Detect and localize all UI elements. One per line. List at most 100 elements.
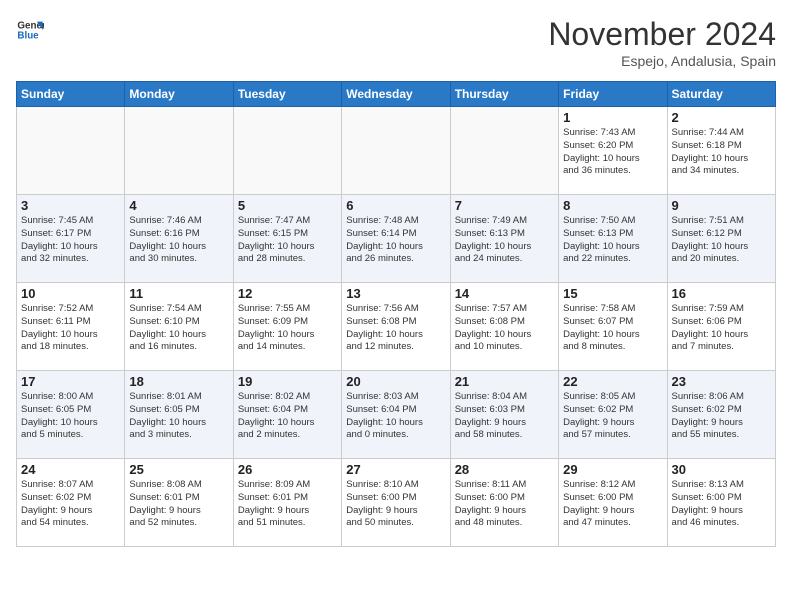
day-number: 10 bbox=[21, 286, 120, 301]
day-number: 18 bbox=[129, 374, 228, 389]
day-info: Sunrise: 8:05 AM Sunset: 6:02 PM Dayligh… bbox=[563, 391, 662, 442]
day-number: 2 bbox=[672, 110, 771, 125]
page-header: General Blue November 2024 Espejo, Andal… bbox=[16, 16, 776, 69]
day-number: 13 bbox=[346, 286, 445, 301]
day-info: Sunrise: 8:03 AM Sunset: 6:04 PM Dayligh… bbox=[346, 391, 445, 442]
column-header-thursday: Thursday bbox=[450, 82, 558, 107]
calendar-week-row: 1 Sunrise: 7:43 AM Sunset: 6:20 PM Daylig… bbox=[17, 107, 776, 195]
column-header-monday: Monday bbox=[125, 82, 233, 107]
day-number: 28 bbox=[455, 462, 554, 477]
calendar-cell: 1 Sunrise: 7:43 AM Sunset: 6:20 PM Daylig… bbox=[559, 107, 667, 195]
day-number: 7 bbox=[455, 198, 554, 213]
day-info: Sunrise: 7:59 AM Sunset: 6:06 PM Dayligh… bbox=[672, 303, 771, 354]
calendar-cell: 30Sunrise: 8:13 AM Sunset: 6:00 PM Dayli… bbox=[667, 459, 775, 547]
calendar-week-row: 24 Sunrise: 8:07 AM Sunset: 6:02 PM Dayli… bbox=[17, 459, 776, 547]
calendar-header-row: SundayMondayTuesdayWednesdayThursdayFrid… bbox=[17, 82, 776, 107]
calendar-week-row: 10 Sunrise: 7:52 AM Sunset: 6:11 PM Dayli… bbox=[17, 283, 776, 371]
calendar-cell: 6 Sunrise: 7:48 AM Sunset: 6:14 PM Daylig… bbox=[342, 195, 450, 283]
day-info: Sunrise: 8:02 AM Sunset: 6:04 PM Dayligh… bbox=[238, 391, 337, 442]
calendar-cell: 16Sunrise: 7:59 AM Sunset: 6:06 PM Dayli… bbox=[667, 283, 775, 371]
calendar-cell bbox=[125, 107, 233, 195]
calendar-cell: 8 Sunrise: 7:50 AM Sunset: 6:13 PM Daylig… bbox=[559, 195, 667, 283]
calendar-cell: 13Sunrise: 7:56 AM Sunset: 6:08 PM Dayli… bbox=[342, 283, 450, 371]
calendar-cell: 27 Sunrise: 8:10 AM Sunset: 6:00 PM Dayli… bbox=[342, 459, 450, 547]
day-info: Sunrise: 7:57 AM Sunset: 6:08 PM Dayligh… bbox=[455, 303, 554, 354]
day-info: Sunrise: 8:11 AM Sunset: 6:00 PM Dayligh… bbox=[455, 479, 554, 530]
calendar-week-row: 3Sunrise: 7:45 AM Sunset: 6:17 PM Daylig… bbox=[17, 195, 776, 283]
calendar-cell: 15 Sunrise: 7:58 AM Sunset: 6:07 PM Dayli… bbox=[559, 283, 667, 371]
calendar-cell bbox=[342, 107, 450, 195]
column-header-friday: Friday bbox=[559, 82, 667, 107]
column-header-tuesday: Tuesday bbox=[233, 82, 341, 107]
calendar-cell: 19Sunrise: 8:02 AM Sunset: 6:04 PM Dayli… bbox=[233, 371, 341, 459]
day-info: Sunrise: 7:50 AM Sunset: 6:13 PM Dayligh… bbox=[563, 215, 662, 266]
day-number: 14 bbox=[455, 286, 554, 301]
day-number: 24 bbox=[21, 462, 120, 477]
day-number: 15 bbox=[563, 286, 662, 301]
day-number: 30 bbox=[672, 462, 771, 477]
day-number: 12 bbox=[238, 286, 337, 301]
day-info: Sunrise: 8:10 AM Sunset: 6:00 PM Dayligh… bbox=[346, 479, 445, 530]
day-info: Sunrise: 8:09 AM Sunset: 6:01 PM Dayligh… bbox=[238, 479, 337, 530]
svg-text:Blue: Blue bbox=[17, 30, 39, 41]
calendar-cell: 28 Sunrise: 8:11 AM Sunset: 6:00 PM Dayli… bbox=[450, 459, 558, 547]
day-info: Sunrise: 7:43 AM Sunset: 6:20 PM Dayligh… bbox=[563, 127, 662, 178]
calendar-cell: 25Sunrise: 8:08 AM Sunset: 6:01 PM Dayli… bbox=[125, 459, 233, 547]
day-number: 5 bbox=[238, 198, 337, 213]
logo: General Blue bbox=[16, 16, 44, 44]
day-info: Sunrise: 8:08 AM Sunset: 6:01 PM Dayligh… bbox=[129, 479, 228, 530]
day-number: 27 bbox=[346, 462, 445, 477]
calendar-cell: 14 Sunrise: 7:57 AM Sunset: 6:08 PM Dayli… bbox=[450, 283, 558, 371]
day-number: 6 bbox=[346, 198, 445, 213]
calendar-cell: 11Sunrise: 7:54 AM Sunset: 6:10 PM Dayli… bbox=[125, 283, 233, 371]
calendar-cell: 10 Sunrise: 7:52 AM Sunset: 6:11 PM Dayli… bbox=[17, 283, 125, 371]
day-info: Sunrise: 7:45 AM Sunset: 6:17 PM Dayligh… bbox=[21, 215, 120, 266]
day-info: Sunrise: 7:49 AM Sunset: 6:13 PM Dayligh… bbox=[455, 215, 554, 266]
day-number: 9 bbox=[672, 198, 771, 213]
day-number: 21 bbox=[455, 374, 554, 389]
day-info: Sunrise: 7:51 AM Sunset: 6:12 PM Dayligh… bbox=[672, 215, 771, 266]
calendar-table: SundayMondayTuesdayWednesdayThursdayFrid… bbox=[16, 81, 776, 547]
calendar-cell: 24 Sunrise: 8:07 AM Sunset: 6:02 PM Dayli… bbox=[17, 459, 125, 547]
calendar-cell: 26 Sunrise: 8:09 AM Sunset: 6:01 PM Dayli… bbox=[233, 459, 341, 547]
day-info: Sunrise: 8:04 AM Sunset: 6:03 PM Dayligh… bbox=[455, 391, 554, 442]
calendar-cell: 2 Sunrise: 7:44 AM Sunset: 6:18 PM Daylig… bbox=[667, 107, 775, 195]
day-number: 4 bbox=[129, 198, 228, 213]
day-info: Sunrise: 7:46 AM Sunset: 6:16 PM Dayligh… bbox=[129, 215, 228, 266]
day-number: 17 bbox=[21, 374, 120, 389]
location-subtitle: Espejo, Andalusia, Spain bbox=[548, 53, 776, 69]
month-title: November 2024 bbox=[548, 16, 776, 53]
title-block: November 2024 Espejo, Andalusia, Spain bbox=[548, 16, 776, 69]
day-number: 23 bbox=[672, 374, 771, 389]
day-info: Sunrise: 7:48 AM Sunset: 6:14 PM Dayligh… bbox=[346, 215, 445, 266]
day-info: Sunrise: 7:54 AM Sunset: 6:10 PM Dayligh… bbox=[129, 303, 228, 354]
day-number: 1 bbox=[563, 110, 662, 125]
day-number: 20 bbox=[346, 374, 445, 389]
day-number: 8 bbox=[563, 198, 662, 213]
calendar-cell: 7 Sunrise: 7:49 AM Sunset: 6:13 PM Daylig… bbox=[450, 195, 558, 283]
column-header-sunday: Sunday bbox=[17, 82, 125, 107]
day-info: Sunrise: 7:55 AM Sunset: 6:09 PM Dayligh… bbox=[238, 303, 337, 354]
calendar-cell bbox=[17, 107, 125, 195]
day-info: Sunrise: 7:52 AM Sunset: 6:11 PM Dayligh… bbox=[21, 303, 120, 354]
logo-icon: General Blue bbox=[16, 16, 44, 44]
column-header-wednesday: Wednesday bbox=[342, 82, 450, 107]
calendar-cell: 22Sunrise: 8:05 AM Sunset: 6:02 PM Dayli… bbox=[559, 371, 667, 459]
calendar-cell: 17Sunrise: 8:00 AM Sunset: 6:05 PM Dayli… bbox=[17, 371, 125, 459]
day-number: 29 bbox=[563, 462, 662, 477]
day-info: Sunrise: 8:06 AM Sunset: 6:02 PM Dayligh… bbox=[672, 391, 771, 442]
day-info: Sunrise: 7:47 AM Sunset: 6:15 PM Dayligh… bbox=[238, 215, 337, 266]
calendar-cell bbox=[450, 107, 558, 195]
calendar-cell: 4 Sunrise: 7:46 AM Sunset: 6:16 PM Daylig… bbox=[125, 195, 233, 283]
day-info: Sunrise: 8:01 AM Sunset: 6:05 PM Dayligh… bbox=[129, 391, 228, 442]
calendar-cell: 20 Sunrise: 8:03 AM Sunset: 6:04 PM Dayli… bbox=[342, 371, 450, 459]
calendar-cell: 9 Sunrise: 7:51 AM Sunset: 6:12 PM Daylig… bbox=[667, 195, 775, 283]
calendar-cell: 29Sunrise: 8:12 AM Sunset: 6:00 PM Dayli… bbox=[559, 459, 667, 547]
calendar-week-row: 17Sunrise: 8:00 AM Sunset: 6:05 PM Dayli… bbox=[17, 371, 776, 459]
calendar-cell: 23 Sunrise: 8:06 AM Sunset: 6:02 PM Dayli… bbox=[667, 371, 775, 459]
day-info: Sunrise: 7:58 AM Sunset: 6:07 PM Dayligh… bbox=[563, 303, 662, 354]
day-info: Sunrise: 8:07 AM Sunset: 6:02 PM Dayligh… bbox=[21, 479, 120, 530]
day-info: Sunrise: 7:44 AM Sunset: 6:18 PM Dayligh… bbox=[672, 127, 771, 178]
day-number: 26 bbox=[238, 462, 337, 477]
calendar-cell bbox=[233, 107, 341, 195]
